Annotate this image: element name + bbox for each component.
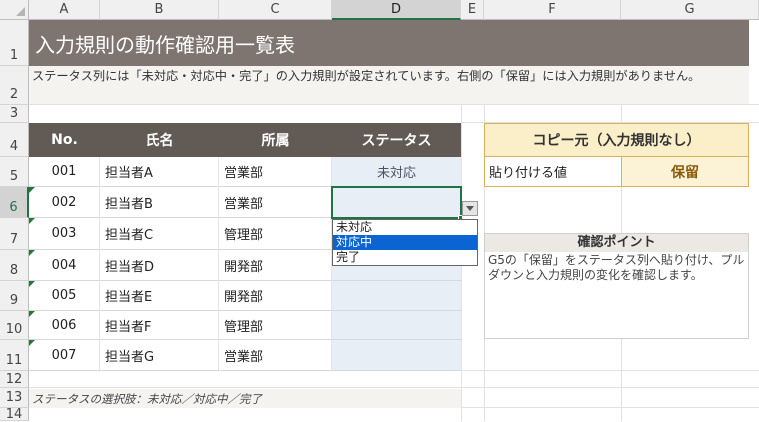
title-banner[interactable]: 入力規則の動作確認用一覧表 xyxy=(29,20,749,66)
cell-dept[interactable]: 管理部 xyxy=(219,218,332,250)
header-name[interactable]: 氏名 xyxy=(100,123,219,157)
cell-no[interactable]: 007 xyxy=(29,340,100,371)
row-header-5[interactable]: 5 xyxy=(0,157,29,187)
row-header-2[interactable]: 2 xyxy=(0,66,29,105)
cell-dept[interactable]: 営業部 xyxy=(219,157,332,187)
cell-name[interactable]: 担当者E xyxy=(100,281,219,311)
row-header-11[interactable]: 11 xyxy=(0,340,29,371)
select-all-corner[interactable] xyxy=(0,0,29,20)
row-header-3[interactable]: 3 xyxy=(0,105,29,123)
description-text: ステータス列には「未対応・対応中・完了」の入力規則が設定されています。右側の「保… xyxy=(32,69,701,83)
cell-no[interactable]: 004 xyxy=(29,250,100,281)
cell-name[interactable]: 担当者A xyxy=(100,157,219,187)
row-header-7[interactable]: 7 xyxy=(0,218,29,250)
row-header-13[interactable]: 13 xyxy=(0,388,29,408)
cell-dept[interactable]: 営業部 xyxy=(219,187,332,218)
error-indicator-icon xyxy=(29,311,35,317)
error-indicator-icon xyxy=(29,187,35,193)
row-header-8[interactable]: 8 xyxy=(0,250,29,281)
header-no[interactable]: No. xyxy=(29,123,100,157)
cell-no[interactable]: 005 xyxy=(29,281,100,311)
row-header-12[interactable]: 12 xyxy=(0,371,29,388)
column-header-e[interactable]: E xyxy=(461,0,484,20)
header-status[interactable]: ステータス xyxy=(332,123,461,157)
copy-box-value-g5[interactable]: 保留 xyxy=(621,156,749,187)
chevron-down-icon xyxy=(466,206,474,211)
cell-dept[interactable]: 営業部 xyxy=(219,340,332,371)
cell-status[interactable] xyxy=(332,340,461,371)
cell-no[interactable]: 002 xyxy=(29,187,100,218)
gridline xyxy=(29,104,759,105)
check-box[interactable]: 確認ポイント G5の「保留」をステータス列へ貼り付け、プルダウンと入力規則の変化… xyxy=(484,233,749,339)
footnote-cell[interactable]: ステータスの選択肢：未対応／対応中／完了 xyxy=(29,389,461,408)
cell-dept[interactable]: 開発部 xyxy=(219,250,332,281)
row-header-6[interactable]: 6 xyxy=(0,187,29,218)
cell-name[interactable]: 担当者F xyxy=(100,311,219,340)
row-header-4[interactable]: 4 xyxy=(0,123,29,157)
check-box-text: G5の「保留」をステータス列へ貼り付け、プルダウンと入力規則の変化を確認します。 xyxy=(488,253,745,282)
error-indicator-icon xyxy=(29,281,35,287)
cell-name[interactable]: 担当者G xyxy=(100,340,219,371)
column-header-g[interactable]: G xyxy=(621,0,759,20)
cell-dept[interactable]: 開発部 xyxy=(219,281,332,311)
row-header-10[interactable]: 10 xyxy=(0,311,29,340)
cell-status[interactable] xyxy=(332,311,461,340)
copy-box-title[interactable]: コピー元（入力規則なし） xyxy=(484,123,749,157)
check-box-title: 確認ポイント xyxy=(485,234,748,252)
cell-no[interactable]: 003 xyxy=(29,218,100,250)
dropdown-arrow-button[interactable] xyxy=(462,201,478,216)
row-header-9[interactable]: 9 xyxy=(0,281,29,311)
description-cell[interactable]: ステータス列には「未対応・対応中・完了」の入力規則が設定されています。右側の「保… xyxy=(29,66,749,104)
active-cell-d6[interactable] xyxy=(331,186,462,219)
gridline xyxy=(29,387,759,388)
error-indicator-icon xyxy=(29,340,35,346)
error-indicator-icon xyxy=(29,250,35,256)
cell-no[interactable]: 001 xyxy=(29,157,100,187)
dropdown-option[interactable]: 未対応 xyxy=(333,220,477,235)
cell-name[interactable]: 担当者D xyxy=(100,250,219,281)
row-header-14[interactable]: 14 xyxy=(0,407,29,422)
row-header-1[interactable]: 1 xyxy=(0,20,29,66)
column-header-f[interactable]: F xyxy=(484,0,621,20)
dropdown-option-highlighted[interactable]: 対応中 xyxy=(333,235,477,250)
dropdown-list[interactable]: 未対応 対応中 完了 xyxy=(332,219,478,266)
column-header-c[interactable]: C xyxy=(219,0,332,20)
cell-status[interactable]: 未対応 xyxy=(332,157,461,187)
footnote-text: ステータスの選択肢：未対応／対応中／完了 xyxy=(32,391,262,406)
column-header-a[interactable]: A xyxy=(29,0,100,20)
error-indicator-icon xyxy=(29,218,35,224)
page-title: 入力規則の動作確認用一覧表 xyxy=(35,32,295,57)
cell-dept[interactable]: 管理部 xyxy=(219,311,332,340)
header-dept[interactable]: 所属 xyxy=(219,123,332,157)
copy-box-label[interactable]: 貼り付ける値 xyxy=(484,156,621,187)
cell-name[interactable]: 担当者C xyxy=(100,218,219,250)
cell-no[interactable]: 006 xyxy=(29,311,100,340)
dropdown-option[interactable]: 完了 xyxy=(333,250,477,265)
cell-name[interactable]: 担当者B xyxy=(100,187,219,218)
column-header-d[interactable]: D xyxy=(332,0,461,20)
cell-status[interactable] xyxy=(332,281,461,311)
column-header-b[interactable]: B xyxy=(100,0,219,20)
